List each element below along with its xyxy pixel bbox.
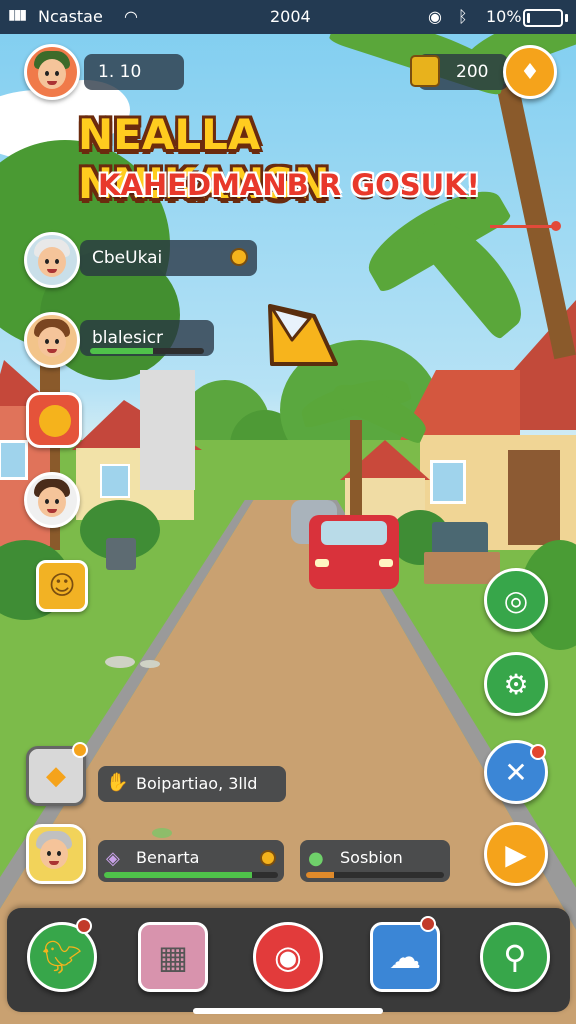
battery-percent: 10% [486,7,522,26]
bonanza-progress [104,872,278,878]
side-item-progress [90,348,204,354]
coin-icon [230,248,248,266]
pointer-arrow-icon [262,300,338,370]
nav-record-button[interactable]: ◉ [253,922,323,992]
nav-inventory-button[interactable]: ▦ [138,922,208,992]
wifi-icon: ◠ [124,7,138,26]
settings-button[interactable]: ⚙ [484,652,548,716]
play-button[interactable]: ▶ [484,822,548,886]
planter [424,552,500,584]
section-progress [306,872,444,878]
bonanza-label: Benarta [136,848,200,867]
level-pill: 1. 10 [84,54,184,90]
battery-tip [565,14,568,22]
globe-icon: ● [308,848,324,869]
coin-text: 200 [456,62,489,82]
chat-button[interactable]: ◎ [484,568,548,632]
stone [140,660,160,668]
task-label: Boipartiao, 3lld [136,774,258,793]
inventory-icon: ▦ [157,938,189,976]
side-item-label: blalesicr [92,328,164,348]
player-avatar[interactable] [26,824,86,884]
bonanza-panel[interactable]: ◈ Benarta [98,840,284,882]
direction-marker-dot [551,221,561,231]
notification-badge [72,742,88,758]
coin-icon [410,55,440,87]
time: 2004 [270,7,311,26]
close-icon: ✕ [504,755,528,789]
car-red [309,515,399,589]
notification-badge [530,744,546,760]
home-indicator[interactable] [193,1008,383,1014]
direction-marker [490,225,560,228]
level-text: 1. 10 [98,62,142,82]
nav-ghost-button[interactable]: ☁ [370,922,440,992]
player-avatar[interactable] [24,44,80,100]
notification-badge [76,918,92,934]
play-icon: ▶ [505,837,527,871]
gem-icon: ◈ [106,848,120,869]
friend-avatar[interactable] [24,312,80,368]
gear-icon: ⚙ [503,667,529,701]
record-icon: ◉ [274,938,302,976]
bird-icon: 🐦︎ [41,938,83,976]
signal-icon: ▮▮▮ [8,7,27,23]
progress-fill [90,348,153,354]
trash-bin [106,538,136,570]
task-panel[interactable]: ✋ Boipartiao, 3lld [98,766,286,802]
game-subtitle: KAHEDMANB R GOSUK! [98,168,480,202]
friend-avatar[interactable] [24,232,80,288]
chat-icon: ◎ [503,583,529,617]
progress-fill [306,872,334,878]
treasure-icon[interactable]: ☺ [36,560,88,612]
search-icon: ⚲ [503,938,527,976]
leaf-decoration [152,828,172,838]
side-item[interactable]: CbeUkai [80,240,257,276]
alarm-icon: ◉ [428,7,442,26]
status-bar: ▮▮▮ Ncastae ◠ 2004 ◉ ᛒ 10% [0,0,576,34]
coin-icon [260,850,276,866]
quest-icon[interactable] [26,392,82,448]
notification-badge [420,916,436,932]
carrier-name: Ncastae [38,7,103,26]
section-label: Sosbion [340,848,403,867]
nav-search-button[interactable]: ⚲ [480,922,550,992]
palm-trunk [350,420,362,520]
friend-avatar[interactable] [24,472,80,528]
shield-icon: ◆ [46,761,66,791]
shop-button[interactable]: ♦ [503,45,557,99]
progress-fill [104,872,252,878]
section-panel[interactable]: ● Sosbion [300,840,450,882]
ghost-icon: ☁ [389,938,421,976]
coin-bag-icon: ♦ [520,59,540,85]
stone [105,656,135,668]
bluetooth-icon: ᛒ [458,7,468,26]
side-item-label: CbeUkai [92,248,163,268]
thumbs-up-icon: ✋ [106,772,129,793]
house [140,370,200,490]
battery-icon [523,9,563,27]
side-item[interactable]: blalesicr [80,320,214,356]
